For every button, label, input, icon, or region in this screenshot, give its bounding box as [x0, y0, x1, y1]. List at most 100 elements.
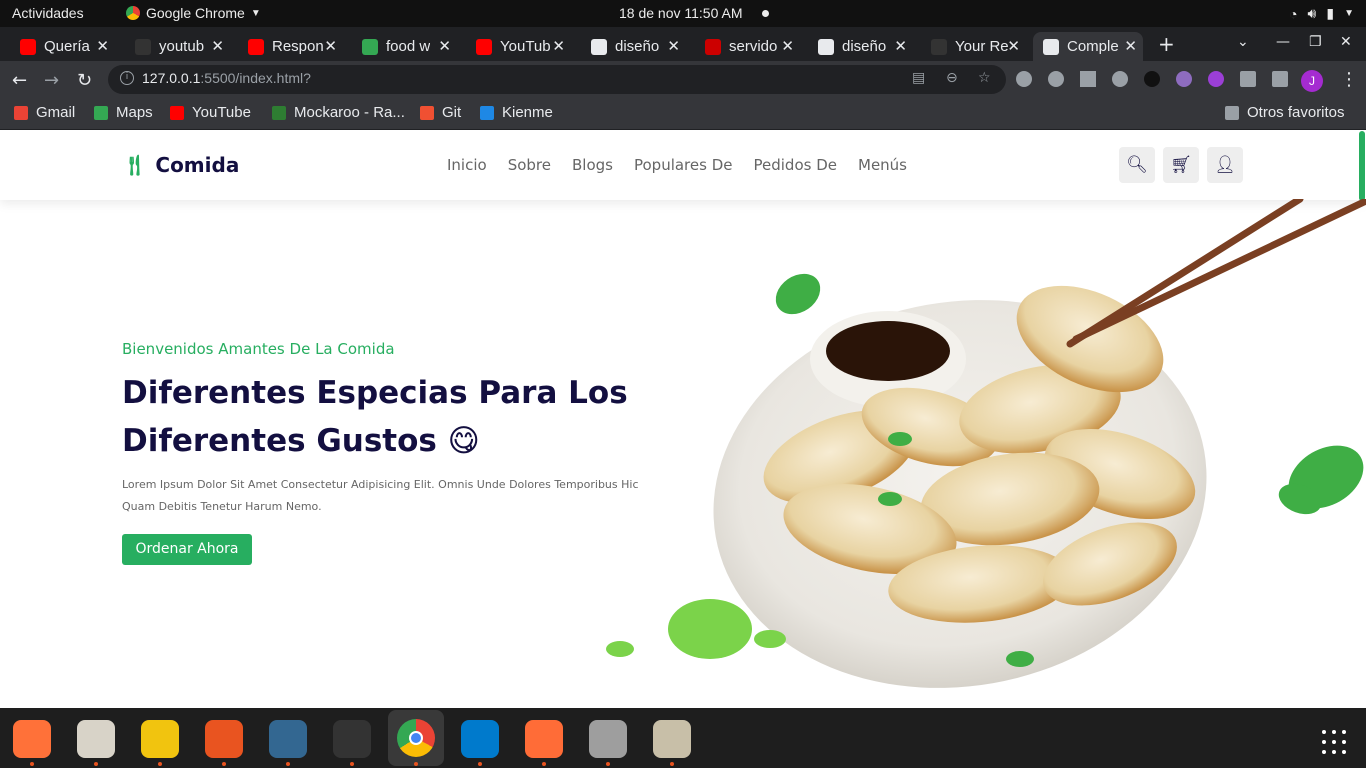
chevron-down-icon: ▼	[1344, 8, 1354, 19]
browser-toolbar: ← → ↻ i 127.0.0.1:5500/index.html? ▤ ⊖ ☆…	[0, 61, 1366, 98]
close-tab-icon[interactable]: ✕	[96, 37, 109, 55]
youtube-icon	[20, 39, 36, 55]
other-bookmarks[interactable]: Otros favoritos	[1225, 104, 1345, 121]
postman-icon[interactable]	[525, 720, 563, 758]
nav-link[interactable]: Blogs	[572, 156, 613, 174]
page-scrollbar[interactable]	[1359, 131, 1365, 201]
pgadmin-icon[interactable]	[269, 720, 307, 758]
bookmark-label: Maps	[116, 104, 153, 121]
google-drive-icon	[362, 39, 378, 55]
media-control-icon[interactable]	[1272, 71, 1288, 87]
settings-icon[interactable]	[589, 720, 627, 758]
close-tab-icon[interactable]: ✕	[1007, 37, 1020, 55]
rhythmbox-icon[interactable]	[141, 720, 179, 758]
minimize-button[interactable]: —	[1276, 34, 1290, 50]
globe-icon	[1043, 39, 1059, 55]
puzzle-icon[interactable]	[1240, 71, 1256, 87]
close-tab-icon[interactable]: ✕	[552, 37, 565, 55]
profile-avatar[interactable]: J	[1301, 70, 1323, 92]
bookmark-item[interactable]: YouTube	[170, 104, 251, 121]
running-indicator	[350, 762, 354, 766]
close-tab-icon[interactable]: ✕	[781, 37, 794, 55]
site-logo[interactable]: 🍴︎ Comida	[122, 153, 239, 177]
nav-link[interactable]: Pedidos De	[754, 156, 838, 174]
close-tab-icon[interactable]: ✕	[1124, 37, 1137, 55]
kebab-menu-icon[interactable]: ⋮	[1340, 69, 1358, 90]
vue-devtools-icon[interactable]	[1080, 71, 1096, 87]
firefox-icon[interactable]	[13, 720, 51, 758]
gnome-top-bar: Actividades Google Chrome ▼ 18 de nov 11…	[0, 0, 1366, 27]
tab-title: Respon	[272, 38, 324, 55]
close-tab-icon[interactable]: ✕	[211, 37, 224, 55]
tab-title: Your Re	[955, 38, 1009, 55]
maximize-button[interactable]: ❐	[1309, 34, 1322, 50]
tab[interactable]: Quería ✕	[10, 32, 115, 61]
archive-icon[interactable]	[653, 720, 691, 758]
system-tray[interactable]: ◔ 🔊︎ ▮ ▼	[1289, 5, 1354, 22]
tab[interactable]: Your Re ✕	[921, 32, 1026, 61]
site-info-icon[interactable]: i	[120, 71, 134, 85]
close-window-button[interactable]: ✕	[1340, 34, 1352, 50]
close-tab-icon[interactable]: ✕	[438, 37, 451, 55]
extension-icon[interactable]	[1112, 71, 1128, 87]
running-indicator	[478, 762, 482, 766]
nav-link[interactable]: Populares De	[634, 156, 733, 174]
chrome-icon[interactable]	[388, 710, 444, 766]
software-center-icon[interactable]	[205, 720, 243, 758]
tab[interactable]: food w ✕	[352, 32, 457, 61]
activities-button[interactable]: Actividades	[12, 5, 84, 21]
tab[interactable]: servido ✕	[695, 32, 800, 61]
reload-button[interactable]: ↻	[77, 70, 92, 91]
bookmark-item[interactable]: Gmail	[14, 104, 75, 121]
new-tab-button[interactable]: +	[1158, 32, 1175, 56]
other-bookmarks-label: Otros favoritos	[1247, 104, 1345, 121]
bookmark-star-icon[interactable]: ☆	[978, 70, 991, 86]
forward-button[interactable]: →	[44, 70, 59, 91]
running-indicator	[606, 762, 610, 766]
vscode-icon[interactable]	[461, 720, 499, 758]
color-extension-icon[interactable]	[1208, 71, 1224, 87]
extension-icon[interactable]	[1048, 71, 1064, 87]
bookmark-label: Git	[442, 104, 462, 121]
address-bar[interactable]: i 127.0.0.1:5500/index.html? ▤ ⊖ ☆	[108, 65, 1006, 94]
running-indicator	[542, 762, 546, 766]
bookmark-item[interactable]: Git	[420, 104, 461, 121]
tab-search-icon[interactable]: ⌄	[1237, 34, 1249, 50]
files-icon[interactable]	[77, 720, 115, 758]
back-button[interactable]: ←	[12, 70, 27, 91]
app-grid-icon[interactable]	[1322, 730, 1346, 754]
zoom-icon[interactable]: ⊖	[946, 70, 958, 86]
running-indicator	[286, 762, 290, 766]
translate-icon[interactable]: ▤	[912, 70, 925, 86]
bookmark-item[interactable]: Maps	[94, 104, 153, 121]
n-icon	[705, 39, 721, 55]
clock[interactable]: 18 de nov 11:50 AM	[619, 5, 743, 21]
nav-link[interactable]: Menús	[858, 156, 907, 174]
app-menu[interactable]: Google Chrome ▼	[126, 5, 261, 21]
tab[interactable]: diseño ✕	[581, 32, 686, 61]
dock	[0, 708, 1366, 768]
nav-link[interactable]: Sobre	[508, 156, 551, 174]
user-icon[interactable]: 👤︎	[1207, 147, 1243, 183]
bookmark-item[interactable]: Mockaroo - Ra...	[272, 104, 405, 121]
pen-extension-icon[interactable]	[1176, 71, 1192, 87]
order-now-button[interactable]: Ordenar Ahora	[122, 534, 252, 565]
search-icon[interactable]: 🔍︎	[1119, 147, 1155, 183]
cart-icon[interactable]: 🛒︎	[1163, 147, 1199, 183]
close-tab-icon[interactable]: ✕	[894, 37, 907, 55]
close-tab-icon[interactable]: ✕	[324, 37, 337, 55]
close-tab-icon[interactable]: ✕	[667, 37, 680, 55]
tab[interactable]: diseño ✕	[808, 32, 913, 61]
tab[interactable]: Respon ✕	[238, 32, 343, 61]
tab-title: food w	[386, 38, 431, 55]
url-text[interactable]: 127.0.0.1:5500/index.html?	[142, 70, 311, 86]
tab[interactable]: youtub ✕	[125, 32, 230, 61]
react-devtools-icon[interactable]	[1016, 71, 1032, 87]
angular-icon[interactable]	[1144, 71, 1160, 87]
nav-link[interactable]: Inicio	[447, 156, 487, 174]
bookmark-item[interactable]: Kienme	[480, 104, 553, 121]
terminal-icon[interactable]	[333, 720, 371, 758]
tab[interactable]: Comple ✕	[1033, 32, 1143, 61]
tab[interactable]: YouTub ✕	[466, 32, 571, 61]
site-header: 🍴︎ Comida Inicio Sobre Blogs Populares De Ped…	[0, 131, 1366, 200]
